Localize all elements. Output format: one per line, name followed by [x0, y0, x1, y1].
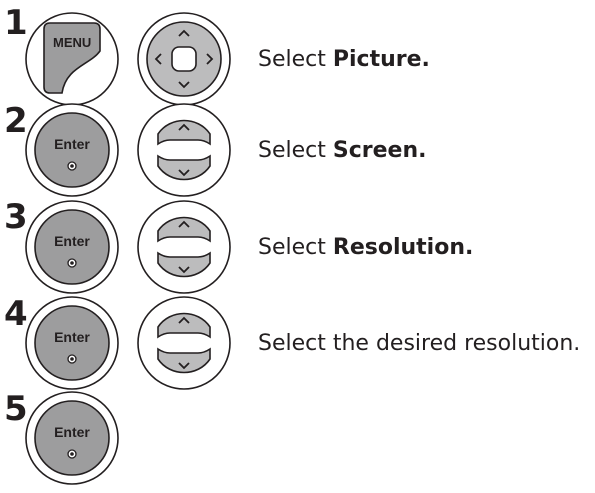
menu-key-icon: [25, 12, 119, 106]
step-1-bold-text: Picture.: [332, 47, 430, 72]
nav-four-way-button: [136, 11, 232, 107]
step-3-text: Select: [258, 235, 333, 260]
nav-up-down-button-step-4: [136, 295, 232, 391]
enter-key-label: Enter: [54, 233, 90, 249]
up-down-nav-icon: [137, 296, 231, 390]
step-1-text: Select: [258, 47, 333, 72]
enter-key-label: Enter: [54, 329, 90, 345]
step-4-text: Select the desired resolution.: [258, 331, 581, 356]
enter-button-step-3: Enter: [24, 199, 120, 295]
step-3-bold-text: Resolution.: [332, 235, 474, 260]
menu-key-label: MENU: [53, 35, 92, 50]
step-3-instruction: Select Resolution.: [258, 235, 473, 260]
nav-up-down-button-step-2: [136, 102, 232, 198]
up-down-nav-icon: [137, 103, 231, 197]
step-2-instruction: Select Screen.: [258, 138, 426, 163]
menu-button: MENU: [24, 11, 120, 107]
enter-button-step-4: Enter: [24, 295, 120, 391]
step-2-text: Select: [258, 138, 333, 163]
up-down-nav-icon: [137, 200, 231, 294]
enter-key-label: Enter: [54, 136, 90, 152]
enter-button-step-5: Enter: [24, 390, 120, 486]
enter-key-label: Enter: [54, 424, 90, 440]
enter-button-step-2: Enter: [24, 102, 120, 198]
step-2-bold-text: Screen.: [332, 138, 427, 163]
step-1-instruction: Select Picture.: [258, 47, 430, 72]
four-way-nav-icon: [137, 12, 231, 106]
nav-up-down-button-step-3: [136, 199, 232, 295]
step-4-instruction: Select the desired resolution.: [258, 331, 580, 356]
